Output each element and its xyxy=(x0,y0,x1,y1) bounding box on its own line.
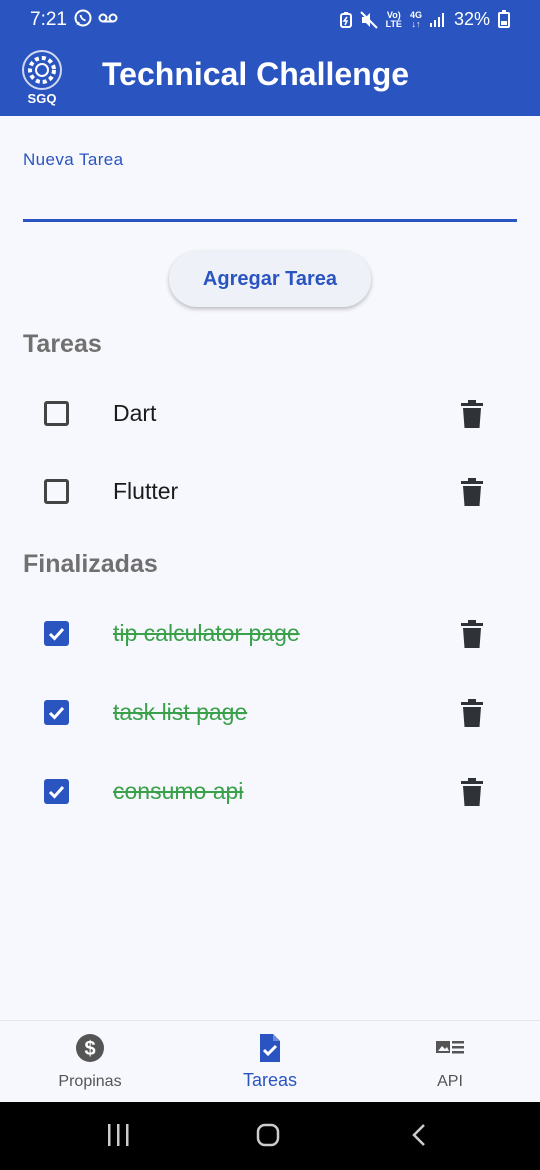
trash-icon[interactable] xyxy=(461,778,483,806)
bottom-navigation: $ Propinas Tareas API xyxy=(0,1020,540,1102)
battery-saver-icon xyxy=(339,11,352,28)
task-label: Flutter xyxy=(113,478,179,504)
task-checkbox[interactable] xyxy=(44,401,69,426)
nav-item-tareas[interactable]: Tareas xyxy=(180,1021,360,1103)
back-icon[interactable] xyxy=(408,1122,432,1148)
task-checkbox-checked[interactable] xyxy=(44,779,69,804)
pending-section-title: Tareas xyxy=(23,330,102,358)
svg-text:$: $ xyxy=(84,1038,95,1060)
task-row: Flutter xyxy=(0,462,540,522)
new-task-label: Nueva Tarea xyxy=(23,150,124,169)
trash-icon[interactable] xyxy=(461,478,483,506)
task-row: Dart xyxy=(0,384,540,444)
task-checkbox-checked[interactable] xyxy=(44,700,69,725)
battery-percent: 32% xyxy=(453,9,490,29)
task-check-icon xyxy=(260,1034,280,1062)
trash-icon[interactable] xyxy=(461,620,483,648)
nav-item-api[interactable]: API xyxy=(360,1021,540,1103)
nav-label: Propinas xyxy=(58,1073,122,1090)
recent-apps-icon[interactable] xyxy=(106,1122,130,1148)
task-row: consumo api xyxy=(0,762,540,822)
logo-text: SGQ xyxy=(28,91,57,106)
check-icon xyxy=(48,785,65,799)
image-list-icon xyxy=(436,1041,464,1054)
done-section-title: Finalizadas xyxy=(23,550,158,578)
battery-icon xyxy=(498,9,510,28)
task-label: tip calculator page xyxy=(113,620,300,646)
task-label: consumo api xyxy=(113,778,244,804)
home-icon[interactable] xyxy=(256,1122,280,1148)
check-icon xyxy=(48,627,65,641)
task-row: tip calculator page xyxy=(0,604,540,664)
check-icon xyxy=(48,706,65,720)
new-task-input[interactable] xyxy=(23,182,517,222)
add-task-button[interactable]: Agregar Tarea xyxy=(169,251,371,307)
mute-icon xyxy=(359,10,378,29)
volte-indicator: Vo) LTE xyxy=(385,9,402,29)
status-left-icons xyxy=(74,9,118,27)
status-time: 7:21 xyxy=(30,9,67,30)
nav-label: API xyxy=(437,1073,463,1090)
whatsapp-icon xyxy=(74,9,92,27)
network-gen-indicator: 4G ↓↑ xyxy=(409,9,422,29)
trash-icon[interactable] xyxy=(461,699,483,727)
task-row: task list page xyxy=(0,683,540,743)
task-label: task list page xyxy=(113,699,248,725)
nav-item-propinas[interactable]: $ Propinas xyxy=(0,1021,180,1103)
task-label: Dart xyxy=(113,400,157,426)
voicemail-icon xyxy=(98,13,118,23)
status-bar: 7:21 Vo) LTE 4G ↓↑ 32% xyxy=(0,0,540,40)
status-right-icons: Vo) LTE 4G ↓↑ 32% xyxy=(339,9,510,30)
nav-label: Tareas xyxy=(242,1070,298,1090)
app-logo: SGQ xyxy=(20,48,64,106)
app-title: Technical Challenge xyxy=(102,56,410,92)
task-checkbox-checked[interactable] xyxy=(44,621,69,646)
system-navigation-bar xyxy=(0,1102,540,1170)
signal-icon xyxy=(429,12,444,27)
dollar-circle-icon: $ xyxy=(76,1034,104,1062)
top-bar: 7:21 Vo) LTE 4G ↓↑ 32% SGQ Technical Cha… xyxy=(0,0,540,116)
task-checkbox[interactable] xyxy=(44,479,69,504)
trash-icon[interactable] xyxy=(461,400,483,428)
